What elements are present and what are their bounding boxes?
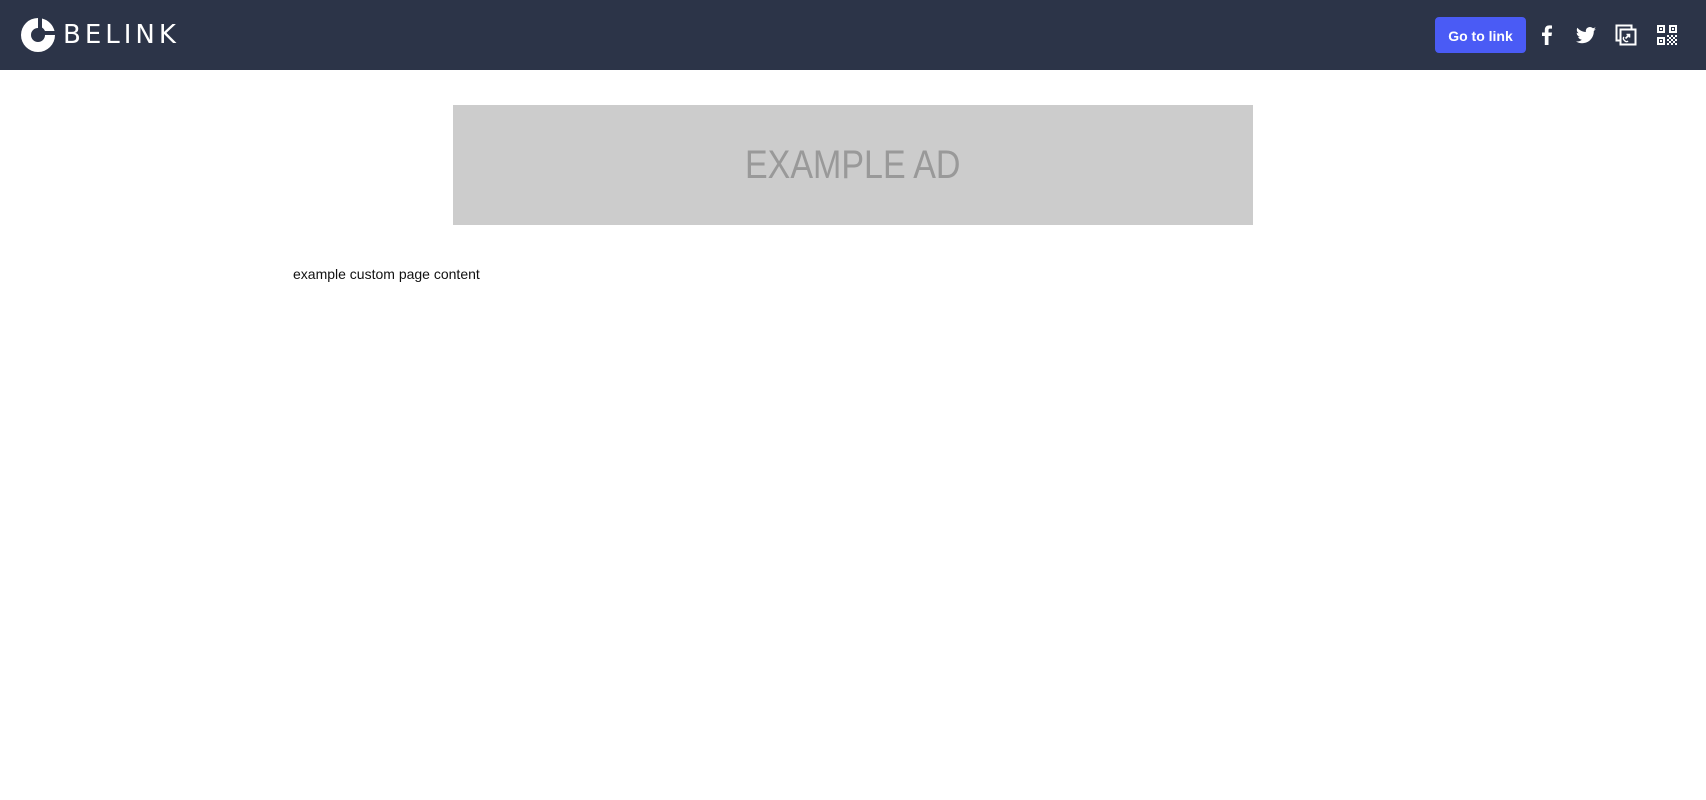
qr-code-icon [1657,25,1677,45]
twitter-icon [1575,27,1596,44]
copy-link-button[interactable] [1614,23,1638,47]
qr-code-button[interactable] [1655,23,1679,47]
go-to-link-button[interactable]: Go to link [1435,17,1526,53]
facebook-share-button[interactable] [1535,23,1559,47]
facebook-icon [1542,25,1552,45]
belink-logo-icon [21,18,55,52]
brand-logo[interactable]: BELINK [19,16,180,54]
top-navigation-bar: BELINK Go to link [0,0,1706,70]
copy-link-icon [1615,24,1637,46]
ad-text: EXAMPLE AD [745,142,961,187]
custom-page-content: example custom page content [293,266,480,282]
brand-name: BELINK [63,20,180,50]
twitter-share-button[interactable] [1574,23,1598,47]
example-ad-banner[interactable]: EXAMPLE AD [453,105,1253,225]
